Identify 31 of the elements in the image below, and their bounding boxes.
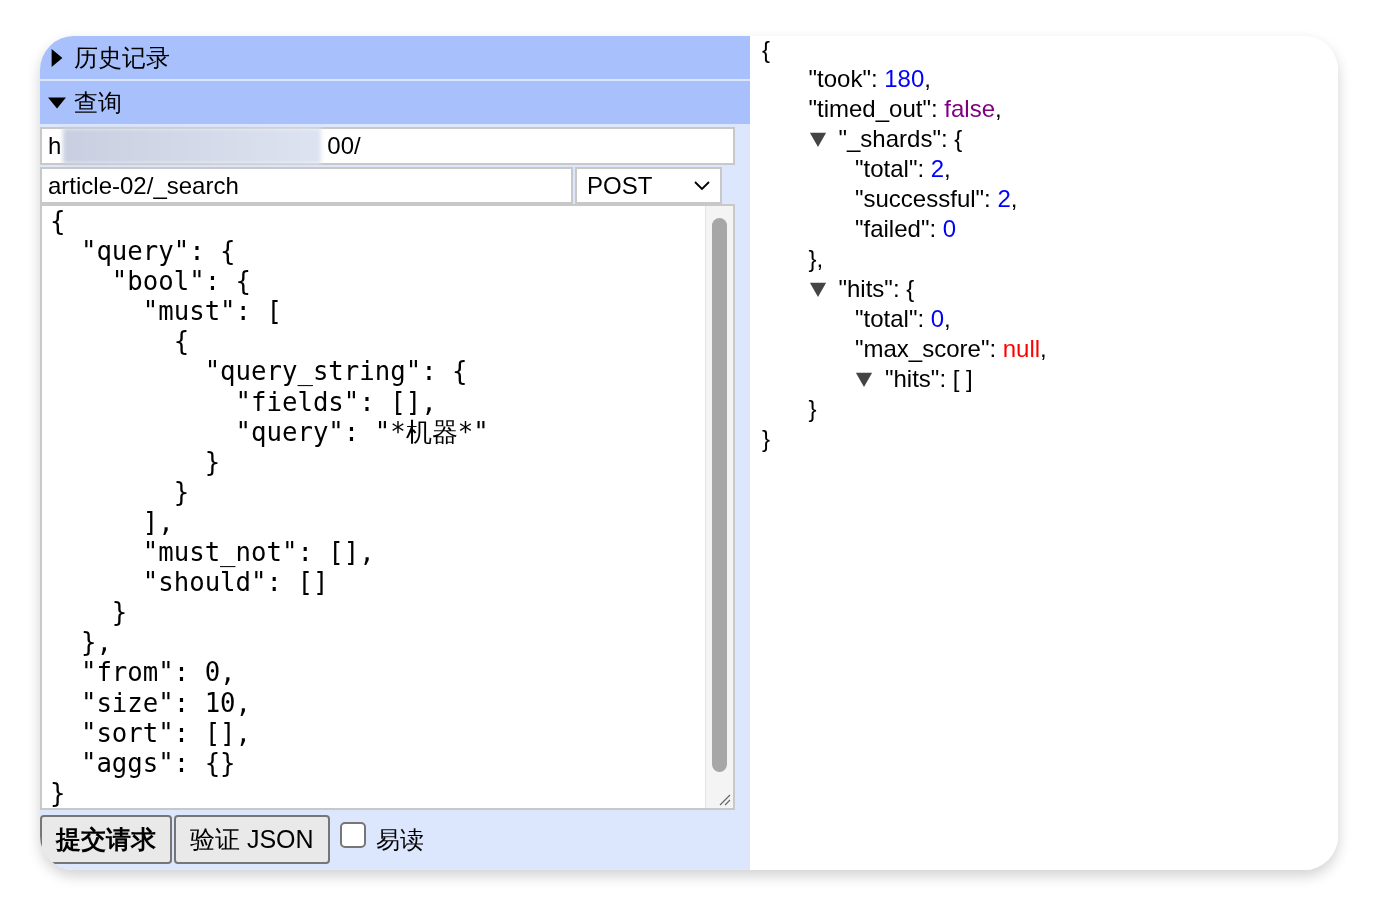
- section-header[interactable]: 历史记录: [40, 36, 750, 79]
- action-button[interactable]: 验证 JSON: [174, 815, 330, 864]
- json-brace: },: [808, 244, 824, 274]
- section-header[interactable]: 查询: [40, 81, 750, 124]
- json-brace: }: [808, 394, 817, 424]
- chevron-down-icon: [694, 180, 710, 191]
- json-entry: "total": 2,: [855, 154, 951, 184]
- caret-down-icon[interactable]: [855, 370, 873, 388]
- checkbox-label: 易读: [375, 824, 424, 855]
- scrollbar[interactable]: [705, 206, 733, 808]
- caret-down-icon[interactable]: [808, 130, 827, 148]
- json-brace: }: [762, 424, 770, 454]
- json-entry: "took": 180,: [808, 64, 931, 94]
- action-button[interactable]: 提交请求: [40, 815, 172, 864]
- code-editor[interactable]: { "query": { "bool": { "must": [ { "query_string": { "fields": [], "query": "*机器*" } } ], "must_not": [], "should": [] } }, "from": 0, "size": 10, "sort": [], "aggs": {} }: [40, 204, 735, 810]
- caret-down-icon[interactable]: [808, 280, 827, 298]
- json-entry: "total": 0,: [855, 304, 951, 334]
- url-field[interactable]: h 00/: [40, 127, 735, 165]
- readable-checkbox[interactable]: [339, 821, 366, 848]
- json-key: "_shards": {: [838, 124, 963, 154]
- json-entry: "failed": 0: [855, 214, 957, 244]
- code-text: { "query": { "bool": { "must": [ { "query_string": { "fields": [], "query": "*机器*" } } ], "must_not": [], "should": [] } }, "from": 0, "size": 10, "sort": [], "aggs": {} }: [49, 206, 490, 808]
- resize-grip-icon[interactable]: [717, 792, 731, 806]
- path-field[interactable]: article-02/_search: [40, 167, 573, 204]
- json-entry: "max_score": null,: [855, 334, 1047, 364]
- json-entry: "timed_out": false,: [808, 94, 1002, 124]
- json-key: {: [762, 36, 770, 65]
- json-key: "hits": [ ]: [885, 364, 973, 394]
- json-entry: "successful": 2,: [855, 184, 1018, 214]
- json-key: "hits": {: [838, 274, 915, 304]
- method-select[interactable]: POST: [575, 167, 722, 204]
